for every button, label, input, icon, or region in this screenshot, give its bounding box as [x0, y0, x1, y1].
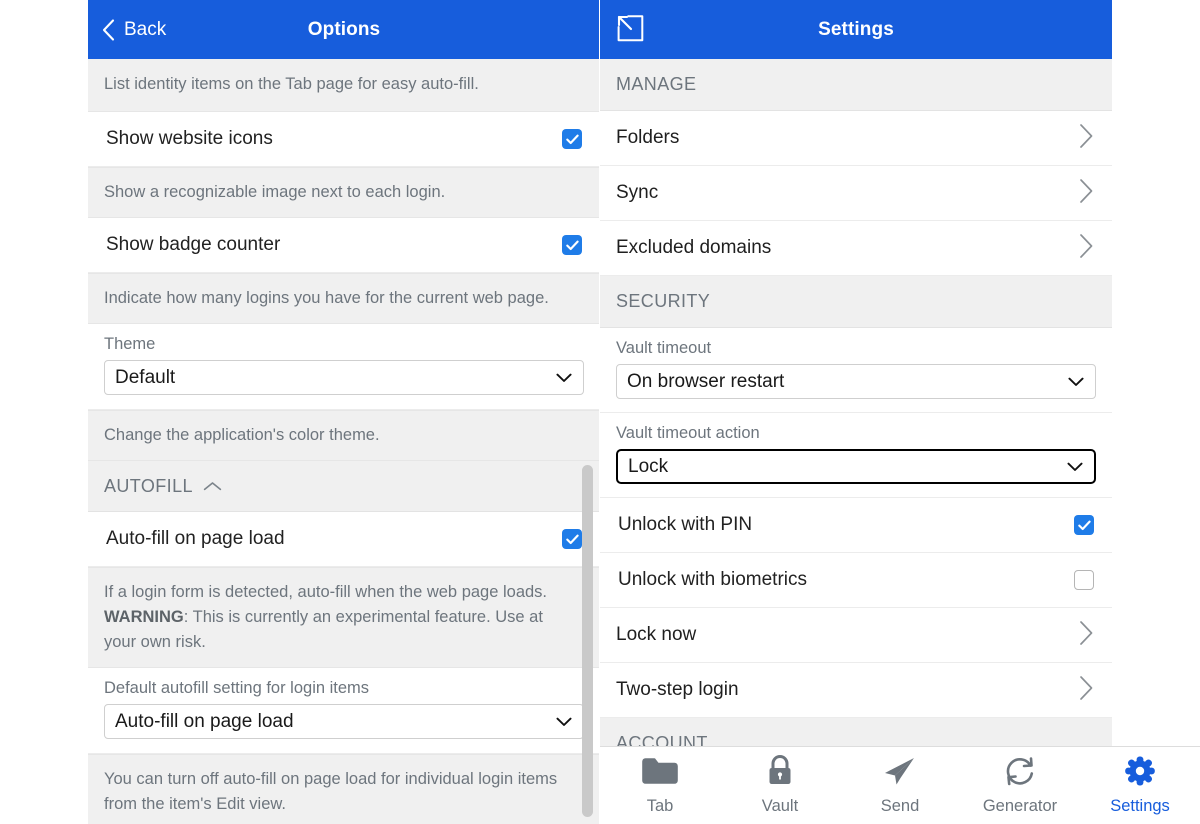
- settings-title: Settings: [818, 19, 894, 40]
- settings-row-label: Lock now: [616, 624, 697, 645]
- theme-field: Theme Default: [88, 324, 600, 410]
- options-panel: Back Options List identity items on the …: [88, 0, 600, 824]
- help-text-theme: Change the application's color theme.: [88, 410, 600, 461]
- setting-label: Auto-fill on page load: [106, 528, 285, 549]
- section-header-label: MANAGE: [616, 74, 697, 94]
- chevron-right-icon: [1079, 233, 1094, 264]
- default-autofill-field: Default autofill setting for login items…: [88, 668, 600, 754]
- section-header-label: SECURITY: [616, 291, 711, 311]
- options-scrollbar[interactable]: [582, 465, 593, 817]
- settings-row-label: Excluded domains: [616, 237, 772, 258]
- settings-row-two-step-login[interactable]: Two-step login: [600, 663, 1112, 718]
- section-header-label: AUTOFILL: [104, 476, 193, 496]
- unlock-with-biometrics-checkbox[interactable]: [1074, 570, 1094, 590]
- settings-row-label: Sync: [616, 182, 659, 203]
- vault-timeout-action-field: Vault timeout action Lock: [600, 413, 1112, 498]
- default-autofill-label: Default autofill setting for login items: [104, 679, 370, 697]
- folder-icon: [641, 755, 679, 792]
- chevron-left-icon: [102, 18, 115, 41]
- lock-icon: [763, 755, 797, 792]
- default-autofill-select[interactable]: Auto-fill on page load: [104, 704, 584, 739]
- help-text-website-icons: Show a recognizable image next to each l…: [88, 167, 600, 218]
- warning-strong: WARNING: [104, 608, 184, 626]
- nav-item-label: Tab: [646, 797, 674, 815]
- section-header-autofill[interactable]: AUTOFILL: [88, 461, 600, 512]
- refresh-circle-icon: [1003, 755, 1037, 792]
- gear-icon: [1123, 755, 1157, 792]
- nav-item-settings[interactable]: Settings: [1090, 755, 1190, 816]
- nav-item-tab[interactable]: Tab: [610, 755, 710, 816]
- setting-label: Unlock with biometrics: [618, 569, 807, 590]
- chevron-down-icon: [556, 711, 572, 733]
- vault-timeout-select[interactable]: On browser restart: [616, 364, 1096, 399]
- pop-out-button[interactable]: [600, 13, 651, 47]
- section-header-manage: MANAGE: [600, 59, 1112, 111]
- settings-row-unlock-with-pin[interactable]: Unlock with PIN: [600, 498, 1112, 553]
- chevron-down-icon: [556, 367, 572, 389]
- help-text-autofill-warning: If a login form is detected, auto-fill w…: [88, 567, 600, 668]
- setting-row-autofill-on-page-load[interactable]: Auto-fill on page load: [88, 512, 600, 567]
- chevron-right-icon: [1079, 178, 1094, 209]
- chevron-right-icon: [1079, 123, 1094, 154]
- show-badge-counter-checkbox[interactable]: [562, 235, 582, 255]
- default-autofill-select-value: Auto-fill on page load: [115, 710, 294, 732]
- setting-label: Show badge counter: [106, 234, 281, 255]
- setting-label: Show website icons: [106, 128, 273, 149]
- vault-timeout-action-label: Vault timeout action: [616, 424, 760, 442]
- setting-label: Unlock with PIN: [618, 514, 753, 535]
- vault-timeout-select-value: On browser restart: [627, 370, 785, 392]
- help-text-default-autofill: You can turn off auto-fill on page load …: [88, 754, 600, 824]
- extension-popup-screen: Back Options List identity items on the …: [0, 0, 1200, 824]
- settings-row-folders[interactable]: Folders: [600, 111, 1112, 166]
- back-button-label: Back: [124, 18, 167, 40]
- theme-select[interactable]: Default: [104, 360, 584, 395]
- chevron-up-icon: [203, 476, 222, 497]
- settings-row-label: Folders: [616, 127, 680, 148]
- nav-item-vault[interactable]: Vault: [730, 755, 830, 816]
- options-header: Back Options: [88, 0, 600, 59]
- settings-row-excluded-domains[interactable]: Excluded domains: [600, 221, 1112, 276]
- vault-timeout-field: Vault timeout On browser restart: [600, 328, 1112, 413]
- nav-item-generator[interactable]: Generator: [970, 755, 1070, 816]
- show-website-icons-checkbox[interactable]: [562, 129, 582, 149]
- unlock-with-pin-checkbox[interactable]: [1074, 515, 1094, 535]
- back-button[interactable]: Back: [88, 18, 172, 42]
- nav-item-label: Settings: [1110, 797, 1170, 815]
- vault-timeout-action-select[interactable]: Lock: [616, 449, 1096, 484]
- settings-row-lock-now[interactable]: Lock now: [600, 608, 1112, 663]
- settings-panel: Settings MANAGE Folders Sync Excluded do…: [600, 0, 1200, 824]
- options-scroll-area: List identity items on the Tab page for …: [88, 59, 600, 824]
- settings-row-sync[interactable]: Sync: [600, 166, 1112, 221]
- settings-row-label: Two-step login: [616, 679, 739, 700]
- vault-timeout-action-select-value: Lock: [628, 455, 669, 477]
- setting-row-show-badge-counter[interactable]: Show badge counter: [88, 218, 600, 273]
- setting-row-show-website-icons[interactable]: Show website icons: [88, 112, 600, 167]
- theme-select-value: Default: [115, 366, 176, 388]
- help-text-badge-counter: Indicate how many logins you have for th…: [88, 273, 600, 324]
- autofill-on-page-load-checkbox[interactable]: [562, 529, 582, 549]
- bottom-navigation: Tab Vault Send Generator Settings: [600, 746, 1200, 824]
- help-text-identity-items: List identity items on the Tab page for …: [88, 59, 600, 112]
- nav-item-label: Vault: [761, 797, 799, 815]
- vault-timeout-label: Vault timeout: [616, 339, 712, 357]
- settings-scroll-area: MANAGE Folders Sync Excluded domains SEC…: [600, 59, 1112, 752]
- nav-item-send[interactable]: Send: [850, 755, 950, 816]
- warning-pre: If a login form is detected, auto-fill w…: [104, 583, 548, 601]
- settings-header: Settings: [600, 0, 1112, 59]
- nav-item-label: Generator: [982, 797, 1058, 815]
- section-header-security: SECURITY: [600, 276, 1112, 328]
- chevron-right-icon: [1079, 620, 1094, 651]
- settings-row-unlock-with-biometrics[interactable]: Unlock with biometrics: [600, 553, 1112, 608]
- chevron-right-icon: [1079, 675, 1094, 706]
- chevron-down-icon: [1067, 456, 1083, 478]
- nav-item-label: Send: [880, 797, 920, 815]
- pop-out-icon: [616, 14, 645, 46]
- theme-label: Theme: [104, 335, 156, 353]
- chevron-down-icon: [1068, 371, 1084, 393]
- paper-plane-icon: [881, 755, 919, 792]
